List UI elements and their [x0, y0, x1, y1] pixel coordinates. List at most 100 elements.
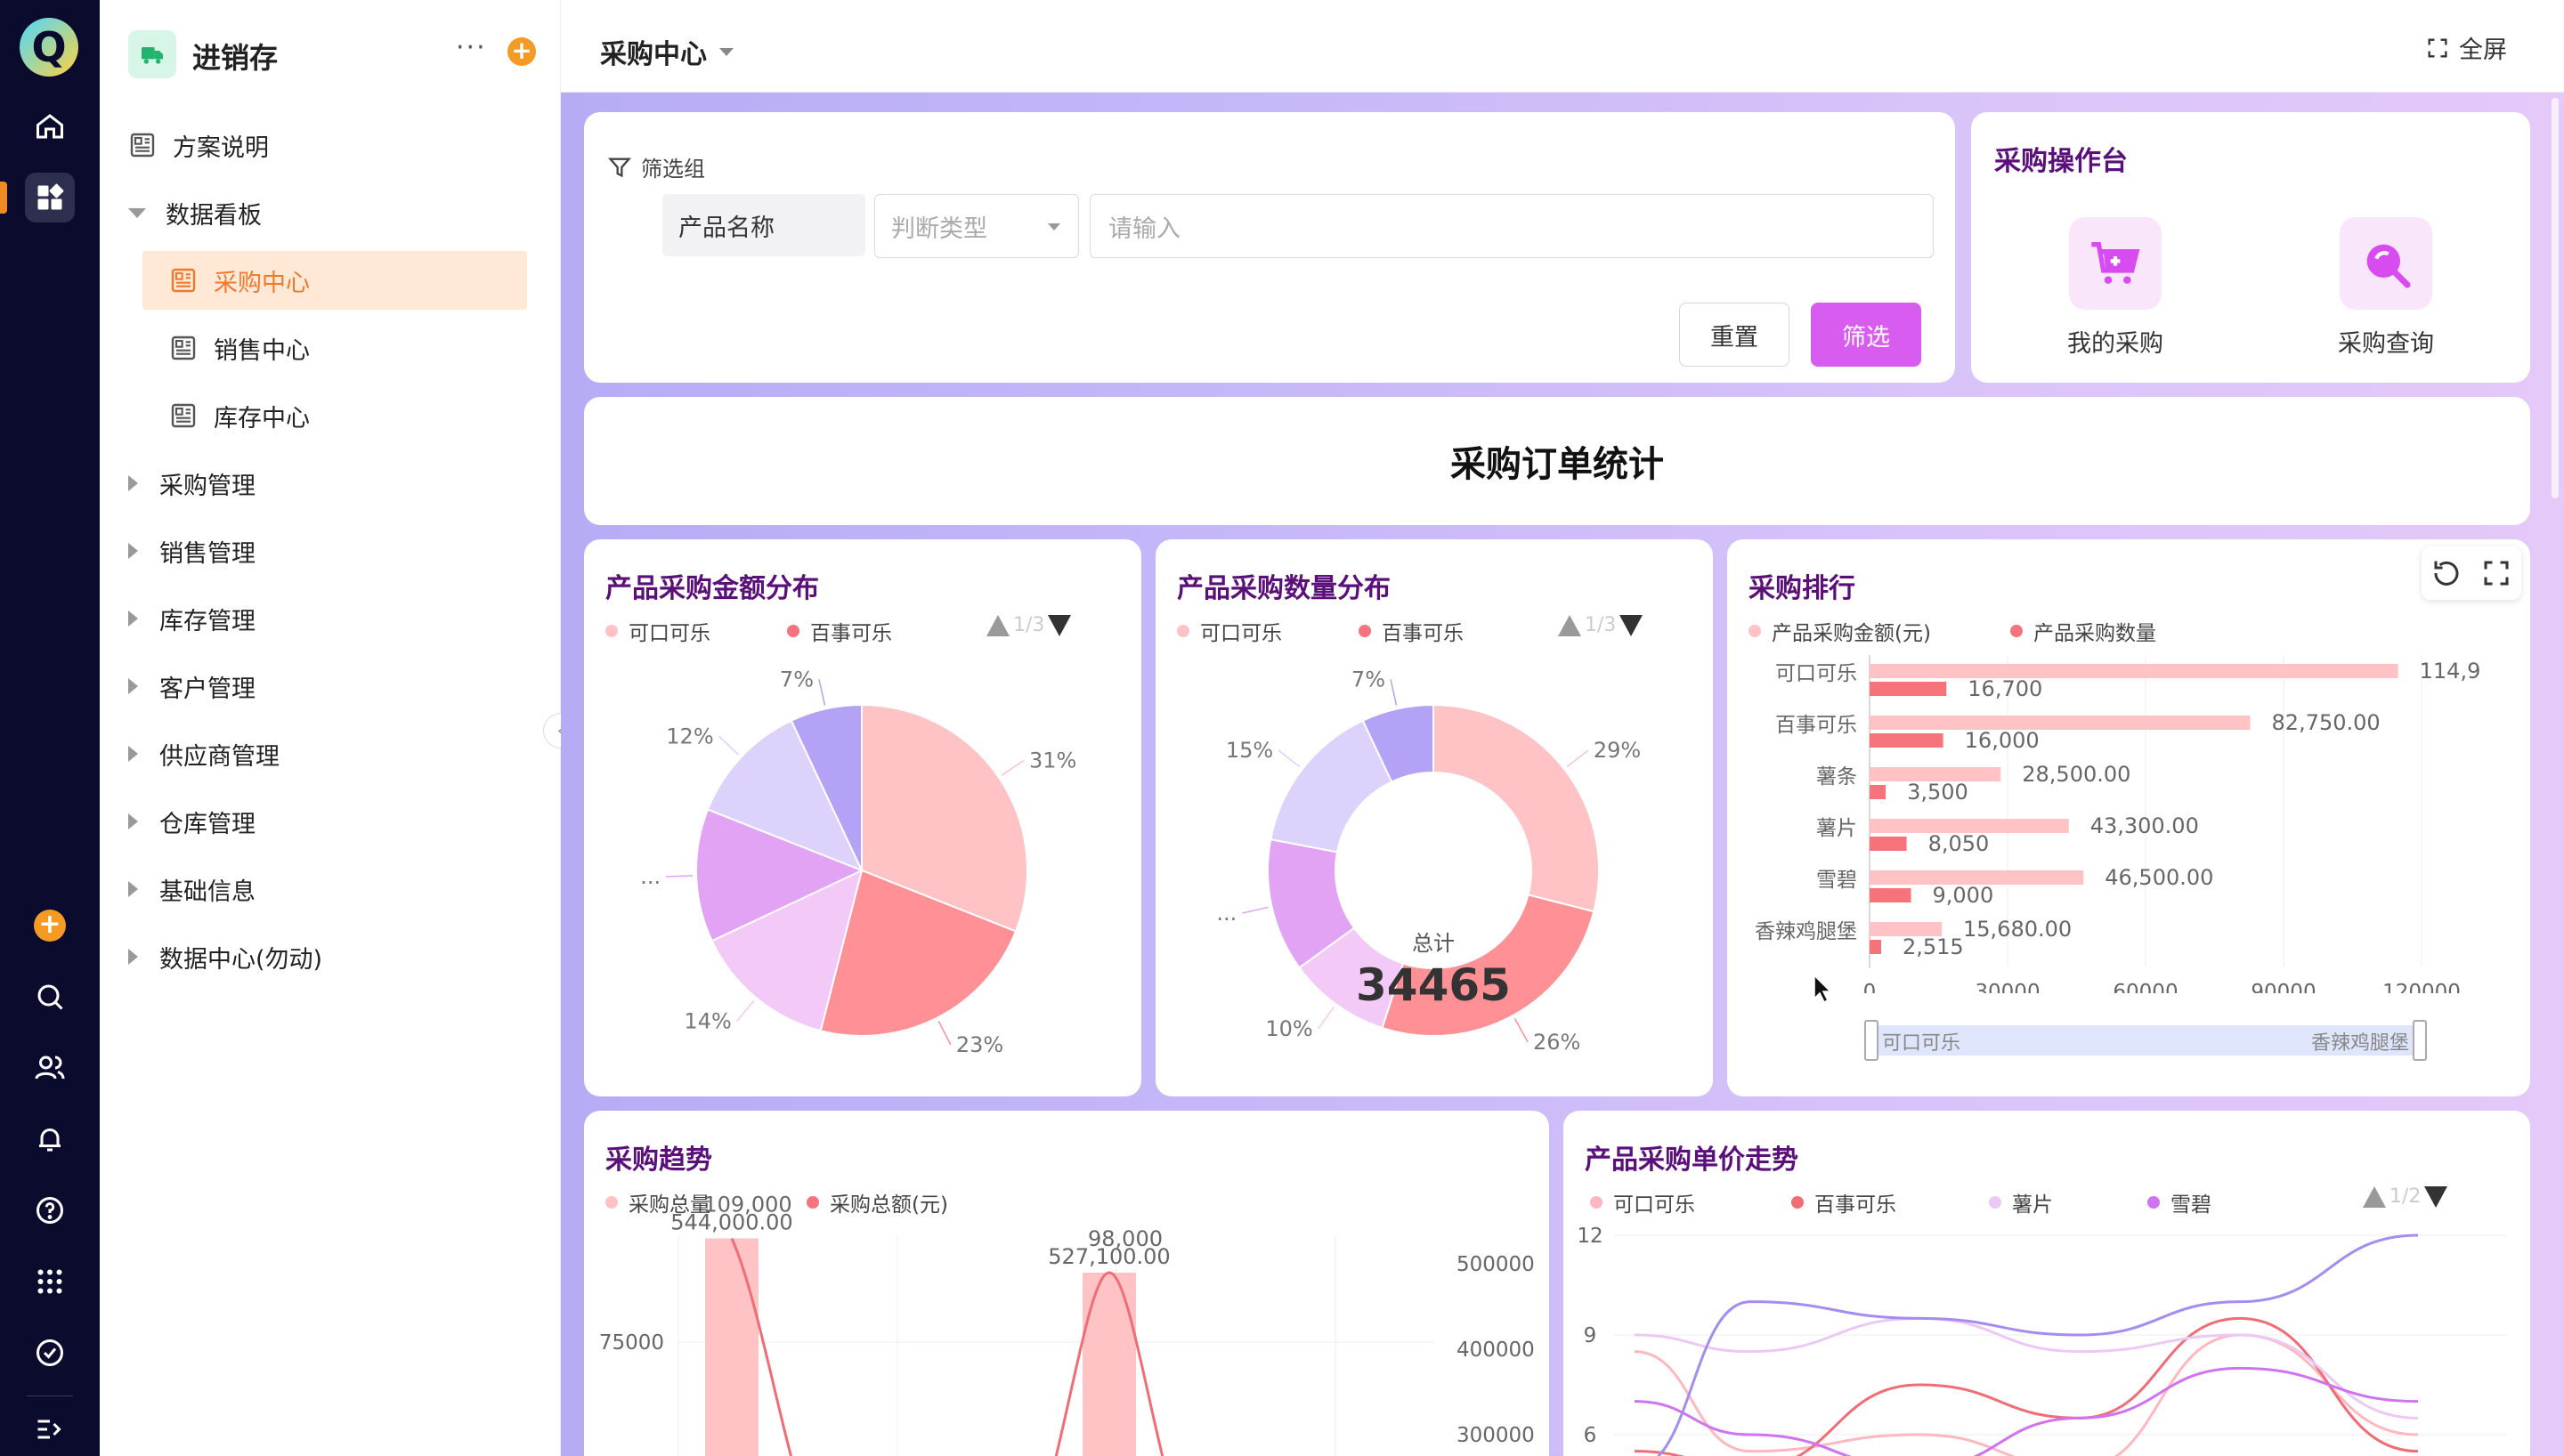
legend-item[interactable]: 可口可乐: [1177, 616, 1282, 646]
my-purchase-button[interactable]: 我的采购: [2053, 217, 2178, 359]
legend-label: 可口可乐: [1200, 622, 1282, 645]
sidebar-item-label: 方案说明: [173, 133, 269, 162]
layout-icon: [171, 403, 196, 428]
y-tick-label: 300000: [1456, 1424, 1535, 1447]
pager-prev-icon[interactable]: [986, 614, 1010, 636]
unit-price-card: 产品采购单价走势 可口可乐 百事可乐 薯片 雪碧 1/2 12 9 6: [1563, 1111, 2530, 1456]
help-icon[interactable]: [25, 1185, 75, 1235]
app-logo[interactable]: Q: [20, 18, 78, 77]
sidebar-item[interactable]: 销售中心: [100, 319, 561, 377]
sidebar-item[interactable]: 客户管理: [100, 657, 561, 716]
pie-amount-title: 产品采购金额分布: [605, 573, 819, 604]
legend-label: 可口可乐: [629, 622, 710, 645]
filter-input[interactable]: 请输入: [1090, 194, 1934, 258]
purchase-query-button[interactable]: 采购查询: [2324, 217, 2448, 359]
users-icon[interactable]: [25, 1043, 75, 1093]
sidebar-item[interactable]: 供应商管理: [100, 724, 561, 783]
legend-item[interactable]: 百事可乐: [787, 616, 892, 646]
slice-label: 26%: [1533, 1030, 1580, 1055]
y-tick-label: 400000: [1456, 1339, 1535, 1362]
filter-submit-button[interactable]: 筛选: [1811, 303, 1921, 367]
pie-slice: [1432, 703, 1600, 913]
search-icon: [2340, 217, 2432, 310]
data-zoom[interactable]: 可口可乐 香辣鸡腿堡: [1864, 1020, 2427, 1061]
bar: [1870, 682, 1947, 696]
filter-field-label: 产品名称: [678, 214, 775, 242]
slice-label: 15%: [1226, 738, 1273, 763]
label-line: [818, 679, 826, 706]
cart-add-icon: [2069, 217, 2162, 310]
pie-amount-chart: 31% 23% 14%... 12% 7%: [640, 667, 1076, 1057]
donut-total-label: 总计: [1412, 931, 1455, 956]
label-line: [666, 875, 694, 878]
bar: [705, 1238, 759, 1456]
add-icon[interactable]: +: [25, 901, 75, 950]
app-name: 进销存: [192, 41, 279, 75]
x-tick-label: 30000: [1975, 981, 2040, 993]
slice-label: 29%: [1594, 738, 1641, 763]
apps-icon[interactable]: [25, 173, 75, 222]
purchase-query-label: 采购查询: [2338, 330, 2434, 358]
bar: [1870, 664, 2398, 678]
sidebar-item[interactable]: 方案说明: [100, 116, 561, 174]
legend-item[interactable]: 产品采购金额(元): [1749, 616, 1931, 646]
refresh-icon[interactable]: [2430, 557, 2463, 589]
rail-divider: [27, 1395, 73, 1396]
sidebar-item[interactable]: 销售管理: [100, 522, 561, 580]
legend-item[interactable]: 可口可乐: [605, 616, 710, 646]
sidebar-item[interactable]: 采购管理: [100, 454, 561, 513]
bar: [1870, 716, 2251, 730]
sidebar-item[interactable]: 数据中心(勿动): [100, 927, 561, 986]
pager-next-icon[interactable]: [1048, 614, 1072, 636]
bar: [1870, 940, 1881, 954]
label-line: [1566, 749, 1589, 768]
sidebar-item[interactable]: 库存中心: [100, 386, 561, 445]
legend-label: 产品采购数量: [2033, 622, 2156, 645]
y-tick-label: 雪碧: [1816, 869, 1857, 892]
add-app-icon[interactable]: +: [507, 37, 536, 66]
donut-total-value: 34465: [1356, 959, 1511, 1011]
expand-icon[interactable]: [25, 1404, 75, 1454]
bar-label: 28,500.00: [2022, 762, 2130, 787]
fullscreen-label: 全屏: [2459, 36, 2507, 64]
fullscreen-button[interactable]: 全屏: [2425, 30, 2507, 65]
layout-icon: [130, 133, 155, 158]
sidebar-item[interactable]: 基础信息: [100, 860, 561, 918]
more-icon[interactable]: ···: [456, 32, 487, 63]
sidebar-item[interactable]: 仓库管理: [100, 792, 561, 851]
y-tick-label: 500000: [1456, 1253, 1535, 1276]
sidebar-item[interactable]: 库存管理: [100, 589, 561, 648]
bell-icon[interactable]: [25, 1114, 75, 1164]
zoom-handle-left[interactable]: [1864, 1020, 1878, 1061]
sidebar-item-label: 数据看板: [166, 201, 262, 230]
legend-item[interactable]: 产品采购数量: [2010, 616, 2156, 646]
sidebar-item[interactable]: 采购中心: [142, 251, 527, 310]
pie-qty-card: 产品采购数量分布 可口可乐 百事可乐 1/3 29% 26% 10%... 15% 7%…: [1156, 539, 1713, 1096]
y-tick-label: 香辣鸡腿堡: [1755, 920, 1857, 943]
pager-prev-icon[interactable]: [1558, 614, 1581, 636]
pager-next-icon[interactable]: [1619, 614, 1643, 636]
bar-label: 9,000: [1933, 883, 1994, 908]
judge-type-select[interactable]: 判断类型: [874, 194, 1079, 258]
home-icon[interactable]: [25, 101, 75, 151]
series-line: [1634, 1316, 2419, 1420]
check-circle-icon[interactable]: [25, 1328, 75, 1378]
reset-button[interactable]: 重置: [1679, 303, 1789, 367]
page-title[interactable]: 采购中心: [600, 32, 734, 71]
scrollbar-thumb[interactable]: [2552, 98, 2559, 498]
bar-label: 46,500.00: [2105, 865, 2213, 890]
sidebar-item-label: 库存中心: [214, 404, 310, 433]
x-tick-label: 120000: [2382, 981, 2461, 993]
chart-toolbar: [2422, 546, 2521, 600]
slice-label: 10%: [1265, 1016, 1312, 1041]
zoom-handle-right[interactable]: [2413, 1020, 2427, 1061]
legend-label: 产品采购金额(元): [1772, 622, 1931, 645]
legend-item[interactable]: 百事可乐: [1359, 616, 1464, 646]
sidebar-item[interactable]: 数据看板: [100, 183, 561, 242]
y-tick-label: 薯片: [1816, 817, 1857, 840]
bar-label: 3,500: [1907, 780, 1968, 805]
chevron-down-icon: [1048, 223, 1060, 231]
grid-icon[interactable]: [25, 1257, 75, 1306]
search-icon[interactable]: [25, 972, 75, 1022]
fullscreen-icon[interactable]: [2480, 557, 2512, 589]
